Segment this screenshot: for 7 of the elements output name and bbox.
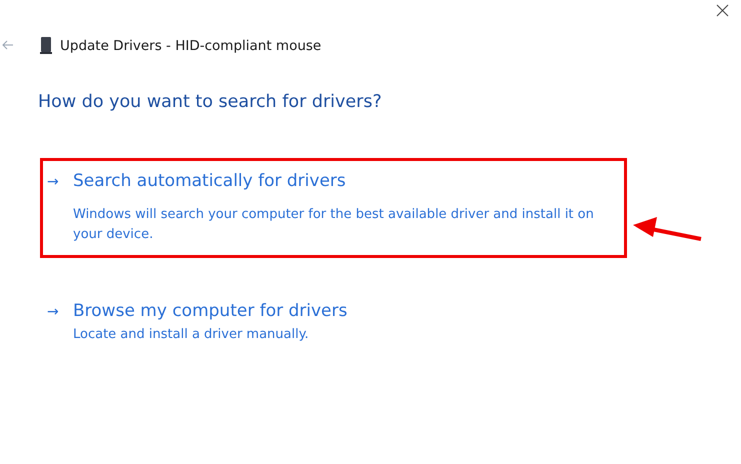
window-title: Update Drivers - HID-compliant mouse [60, 38, 322, 54]
pointer-arrow [631, 217, 703, 243]
option-link[interactable]: → Search automatically for drivers Windows will search your computer for the best available driver and install it on your device. [40, 158, 627, 258]
option-link[interactable]: → Browse my computer for drivers Locate and install a driver manually. [40, 288, 621, 348]
close-icon[interactable] [716, 4, 729, 17]
heading: How do you want to search for drivers? [38, 92, 383, 112]
device-icon [40, 37, 52, 54]
